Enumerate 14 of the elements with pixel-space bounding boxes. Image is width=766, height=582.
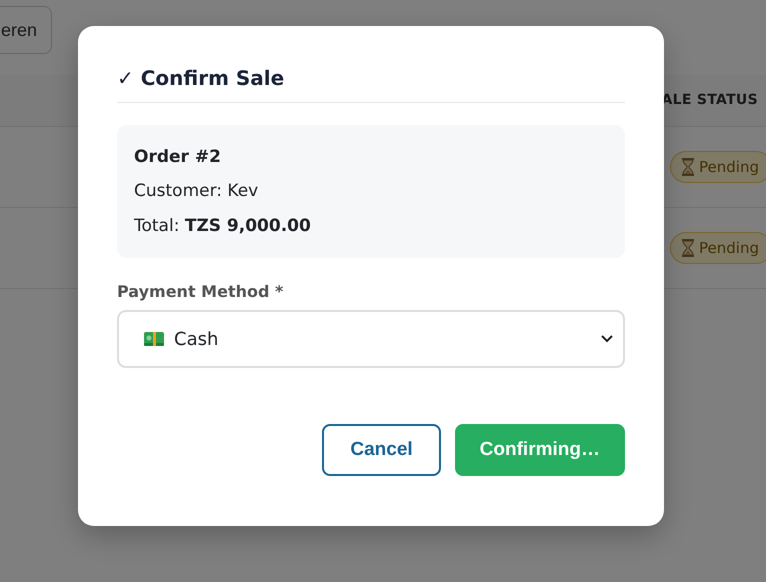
field-label: Payment Method * [117,281,284,304]
customer-text: Customer: Kev [134,181,260,202]
dialog-title: ✓ Confirm Sale [117,66,625,103]
banknote-icon [144,331,164,348]
payment-select[interactable]: Cash [117,310,625,368]
status-badge: Pending [670,150,766,184]
hourglass-icon [681,158,696,176]
chevron-down-icon [601,335,613,344]
hourglass-icon [681,239,696,257]
total-text: Total: TZS 9,000.00 [134,216,312,236]
header-button[interactable]: eren [0,6,52,54]
cancel-button[interactable]: Cancel [322,424,441,476]
status-badge: Pending [670,232,766,264]
order-title: Order #2 [134,147,222,168]
